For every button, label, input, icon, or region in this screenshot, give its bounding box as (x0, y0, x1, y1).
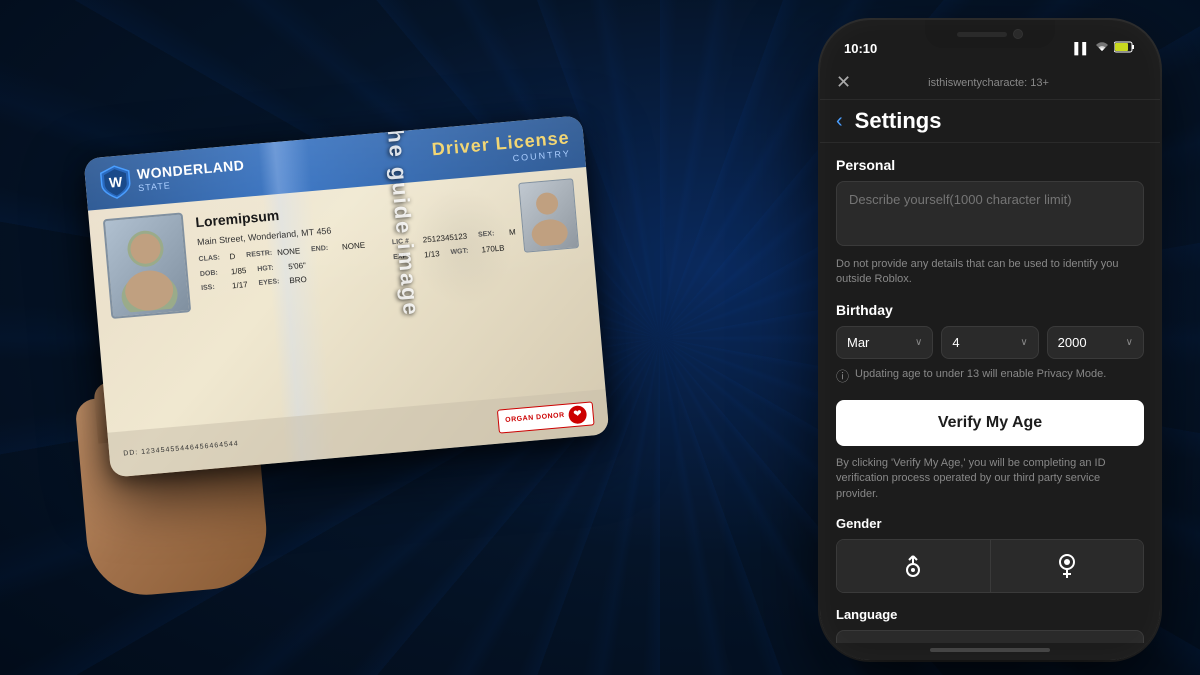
camera (1013, 29, 1023, 39)
wifi-icon (1094, 41, 1110, 56)
birthday-label: Birthday (836, 302, 1144, 318)
card-title-right: Driver License COUNTRY (431, 126, 571, 169)
phone-screen: 10:10 ▌▌ (820, 20, 1160, 660)
organ-donor-icon: ❤ (568, 404, 588, 424)
shield-icon: W (98, 162, 133, 201)
id-card: W WONDERLAND STATE Driver License COUNTR… (83, 115, 609, 477)
battery-icon (1114, 41, 1136, 56)
signal-icon: ▌▌ (1074, 43, 1090, 55)
nav-bar: ‹ Settings (820, 100, 1160, 143)
chevron-down-icon: ∨ (1020, 337, 1027, 348)
hand-card-wrapper: W WONDERLAND STATE Driver License COUNTR… (22, 93, 638, 582)
privacy-mode-note: ⓘ Updating age to under 13 will enable P… (836, 367, 1144, 386)
speaker (957, 32, 1007, 37)
birthday-month-value: Mar (847, 335, 869, 350)
home-indicator (930, 648, 1050, 652)
phone-outer: 10:10 ▌▌ (820, 20, 1160, 660)
card-bottom: DD: 12345455446456464544 ORGAN DONOR ❤ (107, 389, 609, 477)
card-logo: W WONDERLAND STATE (98, 152, 246, 201)
phone-mockup: 10:10 ▌▌ (820, 20, 1160, 660)
svg-text:W: W (108, 173, 123, 190)
page-title: Settings (855, 108, 942, 134)
id-card-section: W WONDERLAND STATE Driver License COUNTR… (0, 0, 660, 675)
info-icon: ⓘ (836, 368, 849, 386)
gender-male-button[interactable] (837, 540, 991, 592)
back-button[interactable]: ‹ (836, 110, 843, 133)
personal-label: Personal (836, 157, 1144, 173)
gender-label: Gender (836, 516, 1144, 531)
birthday-year-value: 2000 (1058, 335, 1087, 350)
card-state-info: WONDERLAND STATE (136, 158, 245, 193)
app-name: isthiswentycharacte: 13+ (928, 77, 1049, 89)
app-header: ✕ isthiswentycharacte: 13+ (820, 64, 1160, 100)
birthday-day-select[interactable]: 4 ∨ (941, 326, 1038, 359)
language-label: Language (836, 607, 1144, 622)
card-barcode: DD: 12345455446456464544 (123, 440, 239, 457)
chevron-down-icon: ∨ (1126, 337, 1133, 348)
birthday-year-select[interactable]: 2000 ∨ (1047, 326, 1144, 359)
language-select[interactable]: English ∨ (836, 630, 1144, 643)
verify-age-button[interactable]: Verify My Age (836, 400, 1144, 446)
verify-note: By clicking 'Verify My Age,' you will be… (836, 456, 1144, 502)
status-time: 10:10 (844, 41, 877, 56)
phone-notch (925, 20, 1055, 48)
birthday-month-select[interactable]: Mar ∨ (836, 326, 933, 359)
privacy-note: Do not provide any details that can be u… (836, 257, 1144, 288)
birthday-day-value: 4 (952, 335, 959, 350)
phone-content: Personal Do not provide any details that… (820, 143, 1160, 643)
close-button[interactable]: ✕ (836, 72, 851, 93)
status-icons: ▌▌ (1074, 41, 1136, 56)
birthday-row: Mar ∨ 4 ∨ 2000 ∨ (836, 326, 1144, 359)
gender-row (836, 539, 1144, 593)
card-photo-small (518, 178, 579, 253)
gender-neutral-button[interactable] (991, 540, 1144, 592)
organ-donor-badge: ORGAN DONOR ❤ (497, 400, 594, 432)
chevron-down-icon: ∨ (915, 337, 922, 348)
card-photo (103, 212, 191, 319)
describe-textarea[interactable] (836, 181, 1144, 246)
